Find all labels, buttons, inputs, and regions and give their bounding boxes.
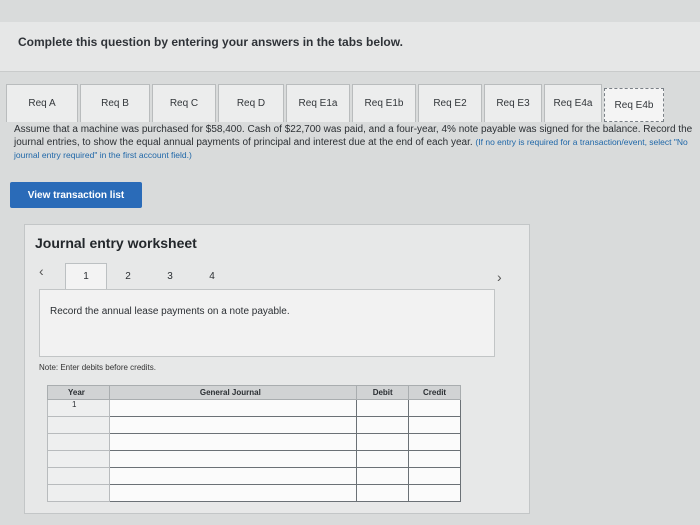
table-row: [47, 484, 461, 502]
year-cell: [47, 467, 110, 485]
debit-input[interactable]: [356, 399, 410, 417]
banner-text: Complete this question by entering your …: [18, 35, 403, 49]
step-tab-4[interactable]: 4: [191, 263, 233, 289]
credit-input[interactable]: [408, 416, 461, 434]
account-input[interactable]: [108, 450, 358, 468]
year-cell: [47, 450, 110, 468]
account-input[interactable]: [108, 484, 358, 502]
debit-input[interactable]: [356, 416, 410, 434]
step-tabs: 1234: [65, 263, 233, 289]
year-cell: [47, 484, 110, 502]
general-journal-header: General Journal: [108, 385, 358, 400]
tab-req-a[interactable]: Req A: [6, 84, 78, 122]
tab-req-e3[interactable]: Req E3: [484, 84, 542, 122]
step-tab-3[interactable]: 3: [149, 263, 191, 289]
question-text: Assume that a machine was purchased for …: [14, 124, 700, 162]
debit-input[interactable]: [356, 450, 410, 468]
account-input[interactable]: [108, 433, 358, 451]
table-row: [47, 467, 461, 485]
tab-req-e1b[interactable]: Req E1b: [352, 84, 416, 122]
table-row: [47, 433, 461, 451]
credit-input[interactable]: [408, 433, 461, 451]
step-tab-1[interactable]: 1: [65, 263, 107, 289]
credit-input[interactable]: [408, 399, 461, 417]
tab-req-e1a[interactable]: Req E1a: [286, 84, 350, 122]
tab-req-d[interactable]: Req D: [218, 84, 284, 122]
account-input[interactable]: [108, 467, 358, 485]
credit-input[interactable]: [408, 450, 461, 468]
tab-req-e4b[interactable]: Req E4b: [604, 88, 664, 122]
credit-header: Credit: [408, 385, 461, 400]
tab-req-e2[interactable]: Req E2: [418, 84, 482, 122]
worksheet-title: Journal entry worksheet: [35, 235, 197, 251]
debit-input[interactable]: [356, 433, 410, 451]
debit-input[interactable]: [356, 484, 410, 502]
view-transaction-list-button[interactable]: View transaction list: [10, 182, 142, 208]
table-row: [47, 416, 461, 434]
year-cell: 1: [47, 399, 110, 417]
credit-input[interactable]: [408, 467, 461, 485]
year-header: Year: [47, 385, 110, 400]
instruction-text: Record the annual lease payments on a no…: [50, 306, 290, 317]
requirement-tabs: Req A Req B Req C Req D Req E1a Req E1b Req E2…: [6, 78, 700, 122]
instruction-box: Record the annual lease payments on a no…: [39, 289, 495, 357]
tab-req-c[interactable]: Req C: [152, 84, 216, 122]
account-input[interactable]: [108, 399, 358, 417]
step-tab-2[interactable]: 2: [107, 263, 149, 289]
year-cell: [47, 416, 110, 434]
year-cell: [47, 433, 110, 451]
credit-input[interactable]: [408, 484, 461, 502]
tab-req-e4a[interactable]: Req E4a: [544, 84, 602, 122]
table-row: 1: [47, 399, 461, 417]
journal-entry-worksheet: Journal entry worksheet ‹ 1234 › Record …: [24, 224, 530, 514]
table-row: [47, 450, 461, 468]
account-input[interactable]: [108, 416, 358, 434]
chevron-right-icon[interactable]: ›: [497, 269, 502, 285]
note-text: Note: Enter debits before credits.: [39, 363, 156, 372]
debit-input[interactable]: [356, 467, 410, 485]
tab-req-b[interactable]: Req B: [80, 84, 150, 122]
chevron-left-icon[interactable]: ‹: [39, 263, 44, 279]
instructions-banner: Complete this question by entering your …: [0, 22, 700, 72]
journal-table: Year General Journal Debit Credit 1: [47, 385, 461, 502]
debit-header: Debit: [356, 385, 410, 400]
